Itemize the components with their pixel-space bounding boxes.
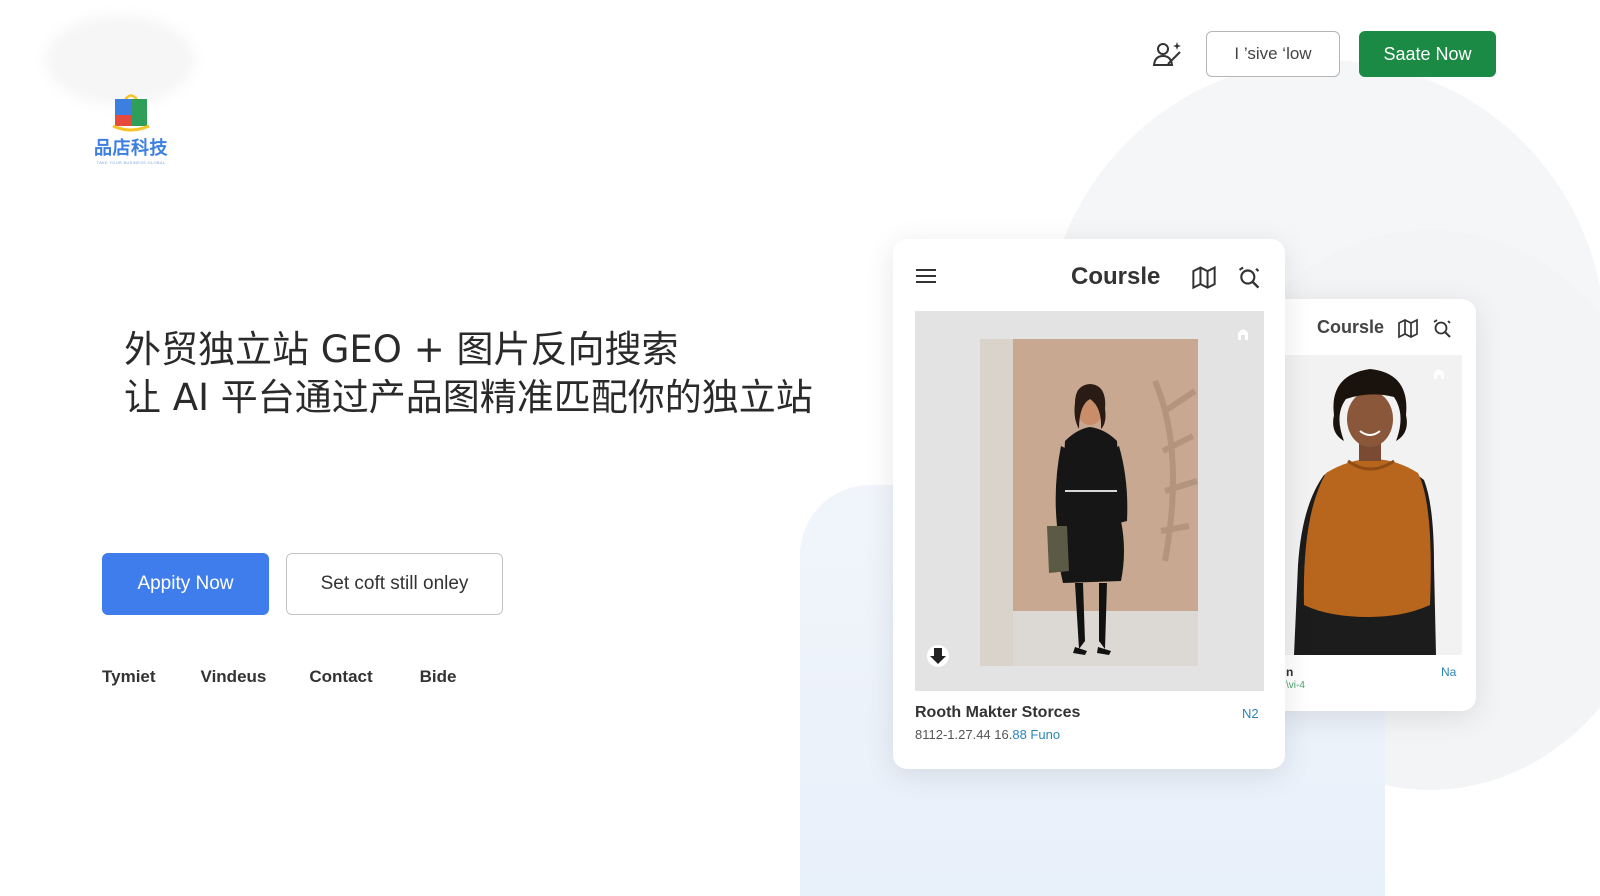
card-caption: n	[1286, 665, 1294, 679]
primary-header-button[interactable]: Saate Now	[1359, 31, 1496, 77]
card-meta: 8112-1.27.44 16.88 Funo	[915, 727, 1060, 742]
hamburger-menu-icon[interactable]	[915, 267, 937, 290]
product-photo-black-coat[interactable]	[915, 311, 1264, 691]
hero-title: 外贸独立站 GEO + 图片反向搜索 让 AI 平台通过产品图精准匹配你的独立站	[124, 326, 813, 422]
apply-now-button[interactable]: Appity Now	[102, 553, 269, 615]
footer-link[interactable]: Tymiet	[102, 667, 156, 687]
user-sparkle-icon[interactable]	[1152, 38, 1184, 70]
hero-title-line2: 让 AI 平台通过产品图精准匹配你的独立站	[124, 376, 813, 419]
card-badge: Na	[1441, 665, 1457, 679]
card-badge: N2	[1242, 706, 1259, 721]
product-card-back[interactable]: Coursle n \vi-4 Na	[1270, 299, 1476, 711]
footer-links: Tymiet Vindeus Contact Bide	[102, 667, 457, 687]
card-price: 88 Funo	[1012, 727, 1061, 742]
card-meta: \vi-4	[1286, 680, 1305, 691]
card-caption: Rooth Makter Storces	[915, 704, 1081, 721]
logo-text: 品店科技	[94, 138, 168, 159]
camera-search-icon[interactable]	[1431, 317, 1453, 344]
brand-logo[interactable]: 品店科技 TAKE YOUR BUSINESS GLOBAL	[90, 92, 172, 165]
secondary-header-button[interactable]: I ’sive ‘low	[1206, 31, 1340, 77]
map-icon[interactable]	[1191, 264, 1217, 295]
card-meta-value: 8112-1.27.44 16.	[915, 727, 1013, 742]
product-photo-orange-sweater[interactable]	[1284, 355, 1462, 655]
card-title: Courslе	[1071, 263, 1161, 290]
product-card-front[interactable]: Courslе Rooth Makter Storces 8112-1.27.4…	[893, 239, 1285, 769]
footer-link[interactable]: Contact	[309, 667, 372, 687]
card-title: Coursle	[1317, 317, 1385, 337]
footer-link[interactable]: Vindeus	[201, 667, 267, 687]
map-icon[interactable]	[1397, 317, 1419, 344]
shopping-bag-logo-icon	[111, 92, 151, 132]
secondary-cta-button[interactable]: Set coft still onley	[286, 553, 503, 615]
camera-search-icon[interactable]	[1236, 264, 1262, 295]
footer-link[interactable]: Bide	[420, 667, 457, 687]
logo-tagline: TAKE YOUR BUSINESS GLOBAL	[96, 160, 166, 165]
hero-title-line1: 外贸独立站 GEO + 图片反向搜索	[124, 328, 679, 371]
